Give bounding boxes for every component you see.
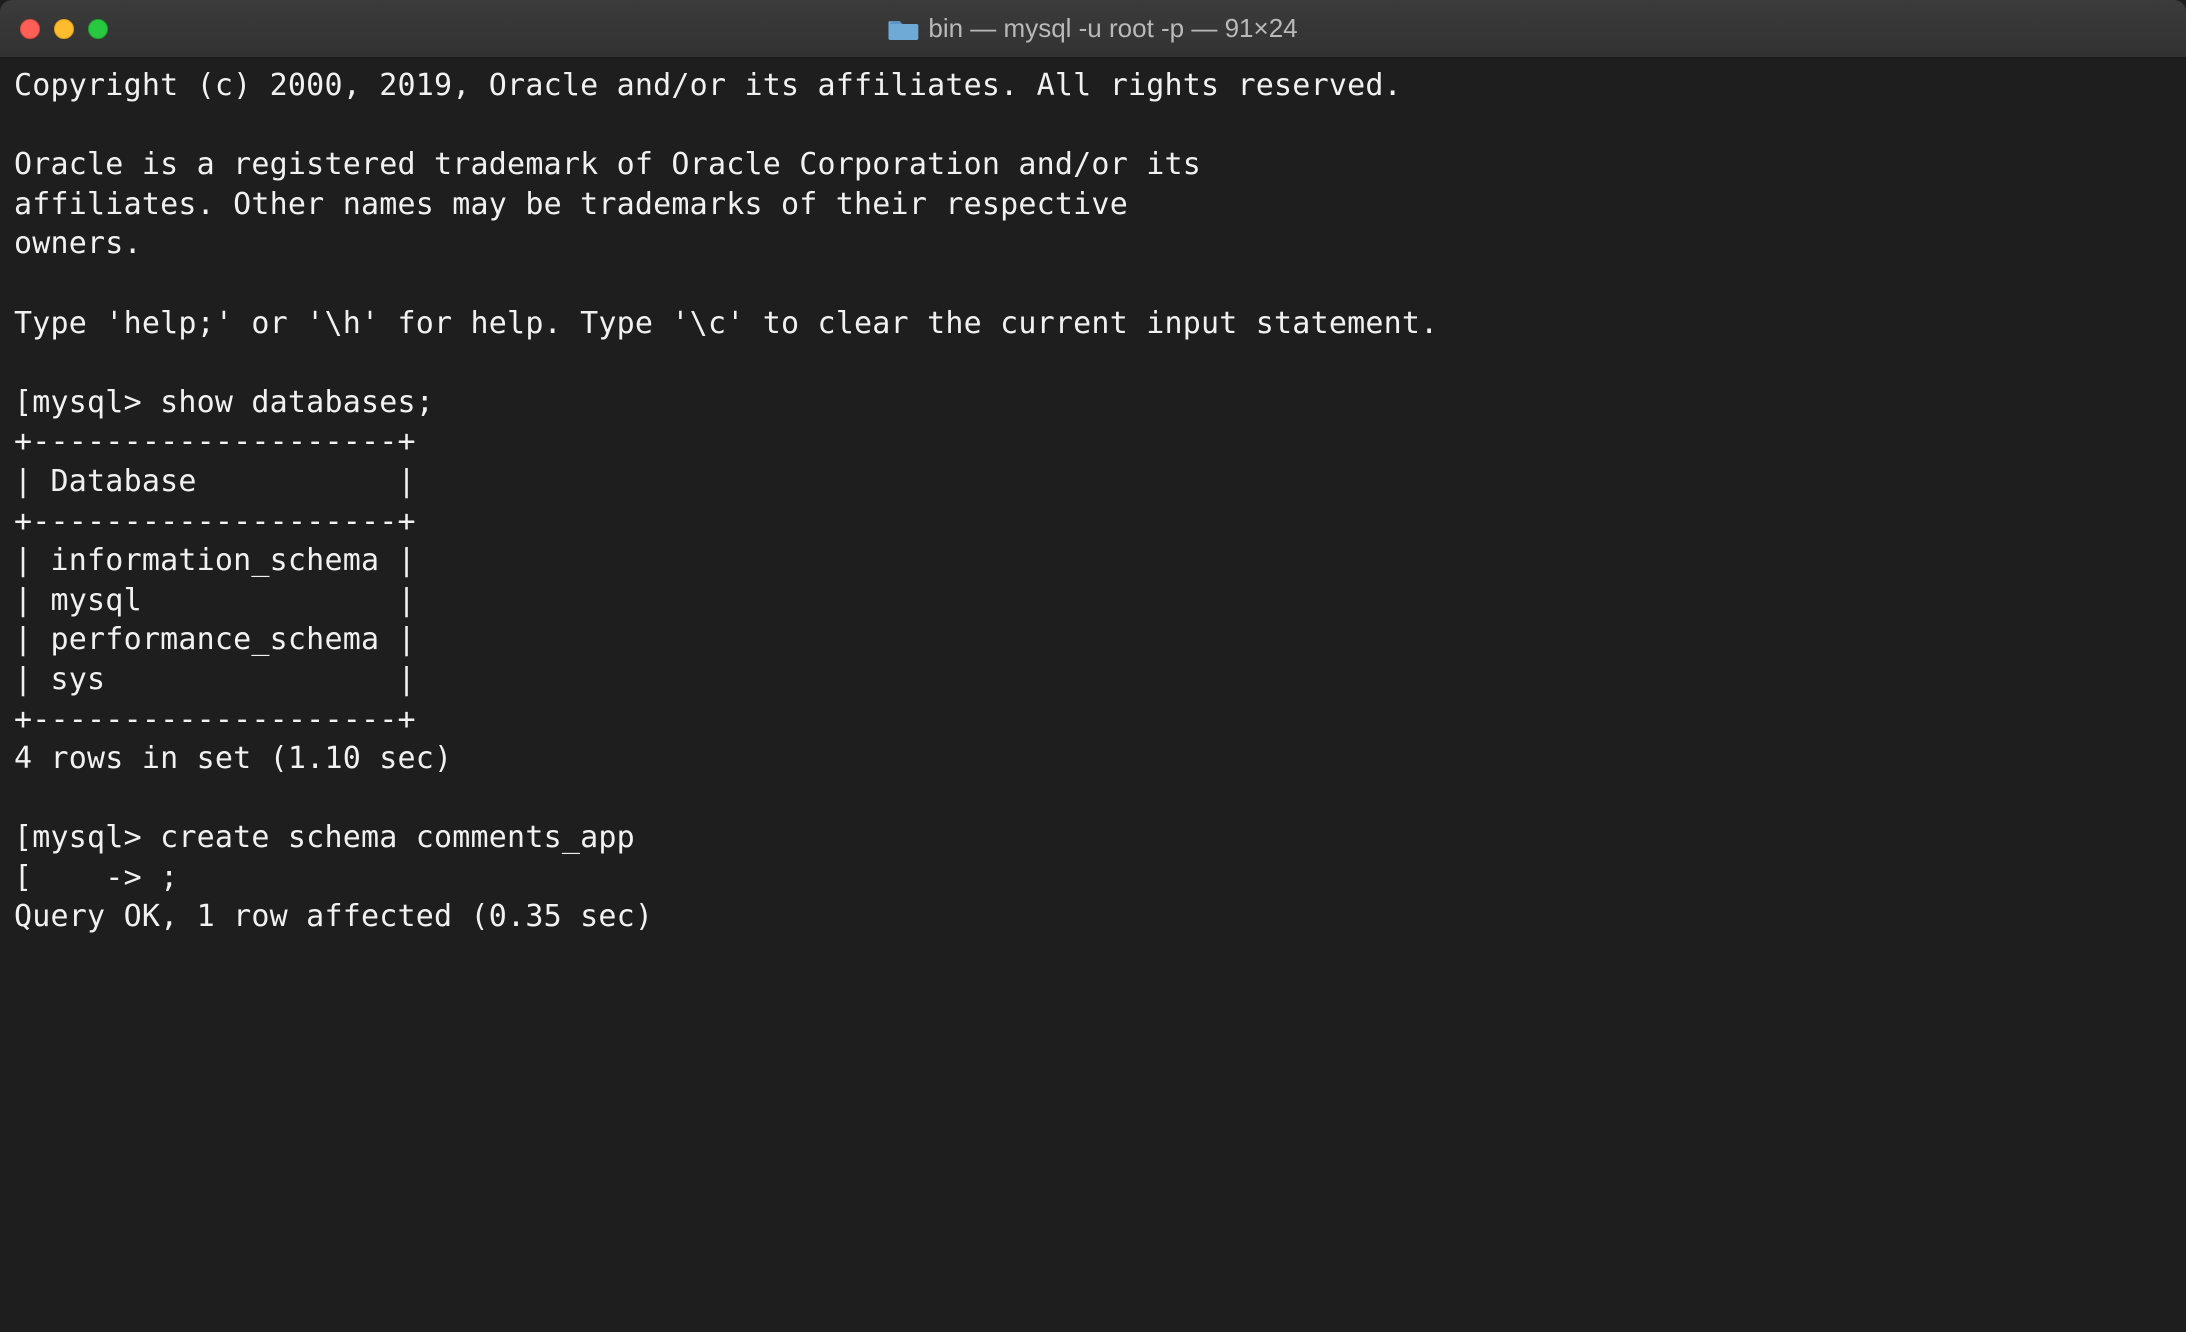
titlebar: bin — mysql -u root -p — 91×24 [0,0,2186,58]
table-row: | sys | [14,662,416,697]
window-title-block: bin — mysql -u root -p — 91×24 [888,13,1297,44]
trademark-lines: Oracle is a registered trademark of Orac… [14,147,1201,261]
terminal-window: bin — mysql -u root -p — 91×24 Copyright… [0,0,2186,1332]
terminal-content[interactable]: Copyright (c) 2000, 2019, Oracle and/or … [0,58,2186,1332]
folder-icon [888,17,918,41]
table-row: | mysql | [14,583,416,618]
copyright-line: Copyright (c) 2000, 2019, Oracle and/or … [14,68,1402,103]
minimize-button[interactable] [54,19,74,39]
query-ok-line: Query OK, 1 row affected (0.35 sec) [14,899,653,934]
window-controls [20,19,108,39]
rows-summary: 4 rows in set (1.10 sec) [14,741,452,776]
maximize-button[interactable] [88,19,108,39]
table-row: | performance_schema | [14,622,416,657]
table-row: | information_schema | [14,543,416,578]
prompt-show-databases: [mysql> show databases; [14,385,434,420]
help-hint-line: Type 'help;' or '\h' for help. Type '\c'… [14,306,1438,341]
close-button[interactable] [20,19,40,39]
table-header: | Database | [14,464,416,499]
window-title: bin — mysql -u root -p — 91×24 [928,13,1297,44]
table-border: +--------------------+ [14,702,416,737]
prompt-continuation: [ -> ; [14,860,178,895]
prompt-create-schema: [mysql> create schema comments_app [14,820,635,855]
table-border: +--------------------+ [14,424,416,459]
table-border: +--------------------+ [14,504,416,539]
